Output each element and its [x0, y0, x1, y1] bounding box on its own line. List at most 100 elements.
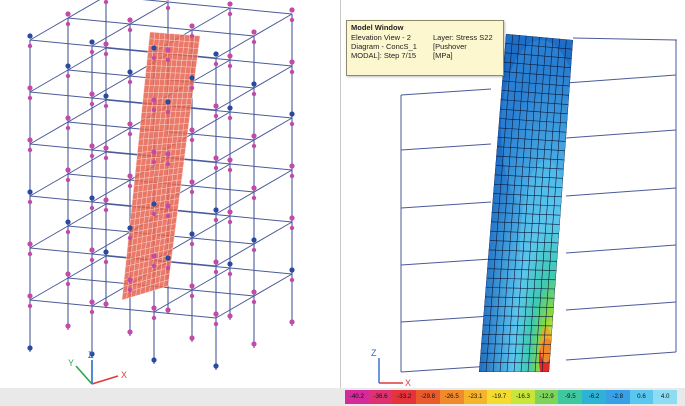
beam-line	[29, 143, 217, 163]
hinge-dot	[289, 163, 295, 169]
hinge-dot	[65, 125, 71, 131]
hinge-dot	[165, 203, 171, 209]
hinge-dot	[65, 281, 71, 287]
hinge-dot	[151, 45, 157, 51]
hinge-dot	[213, 61, 219, 67]
hinge-dot	[103, 249, 109, 255]
hinge-dot	[251, 29, 257, 35]
hinge-dot	[127, 235, 133, 241]
elev-axis-z-label: Z	[371, 348, 377, 358]
hinge-dot	[103, 301, 109, 307]
hinge-dot	[127, 27, 133, 33]
hinge-dot	[227, 63, 233, 69]
hinge-dot	[165, 265, 171, 271]
legend-swatch: -33.2	[392, 390, 417, 404]
hinge-dot	[289, 215, 295, 221]
legend-swatch: -23.1	[463, 390, 488, 404]
hinge-dot	[166, 0, 170, 1]
floor-beam	[400, 88, 492, 96]
elevation-view-2[interactable]: Z X Model Window Elevation View - 2 Layer…	[341, 0, 685, 388]
hinge-dot	[213, 207, 219, 213]
hinge-dot	[103, 41, 109, 47]
hinge-dot	[289, 173, 295, 179]
hinge-dot	[289, 59, 295, 65]
beam-line	[105, 99, 293, 119]
legend-swatch: -26.5	[439, 390, 464, 404]
hinge-dot	[103, 51, 109, 57]
hinge-dot	[189, 127, 195, 133]
hinge-dot	[65, 177, 71, 183]
hinge-dot	[165, 307, 171, 313]
model-window-tooltip: Model Window Elevation View - 2 Layer: St…	[346, 20, 504, 76]
floor-beam	[565, 129, 677, 139]
hinge-dot	[251, 299, 257, 305]
beam-line	[29, 299, 217, 319]
hinge-dot	[165, 47, 171, 53]
hinge-dot	[65, 167, 71, 173]
legend-swatch: -6.2	[582, 390, 606, 404]
hinge-dot	[289, 69, 295, 75]
hinge-dot	[89, 299, 95, 305]
hinge-dot	[227, 261, 233, 267]
hinge-dot	[151, 263, 157, 269]
hinge-dot	[151, 97, 157, 103]
beam-line	[105, 151, 293, 171]
hinge-dot	[251, 133, 257, 139]
hinge-dot	[151, 201, 157, 207]
hinge-dot	[189, 33, 195, 39]
legend-swatch: -12.9	[534, 390, 559, 404]
hinge-dot	[289, 225, 295, 231]
legend-swatch: -9.5	[558, 390, 583, 404]
floor-beam	[565, 244, 677, 254]
hinge-dot	[251, 91, 257, 97]
beam-line	[29, 247, 217, 267]
hinge-dot	[213, 113, 219, 119]
hinge-dot	[227, 105, 233, 111]
tooltip-row: Elevation View - 2 Layer: Stress S22	[351, 33, 493, 42]
axis-z-label: Z	[88, 350, 94, 360]
tooltip-row: MODAL]: Step 7/15 [MPa]	[351, 51, 453, 60]
hinge-dot	[103, 155, 109, 161]
hinge-dot	[227, 209, 233, 215]
legend-swatch: 0.6	[629, 390, 654, 404]
hinge-dot	[65, 11, 71, 17]
elev-axis-x-label: X	[405, 378, 411, 388]
hinge-dot	[189, 23, 195, 29]
hinge-dot	[103, 145, 109, 151]
hinge-dot	[189, 241, 195, 247]
hinge-dot	[65, 115, 71, 121]
hinge-dot	[227, 53, 233, 59]
hinge-dot	[127, 131, 133, 137]
hinge-dot	[251, 195, 257, 201]
hinge-dot	[89, 205, 95, 211]
hinge-dot	[213, 259, 219, 265]
legend-swatch: -29.8	[416, 390, 440, 404]
hinge-dot	[227, 11, 233, 17]
hinge-dot	[213, 165, 219, 171]
shear-wall-mesh	[121, 31, 201, 301]
hinge-dot	[151, 253, 157, 259]
hinge-dot	[89, 153, 95, 159]
model-view-3d[interactable]: X Y Z	[0, 0, 341, 388]
hinge-dot	[213, 155, 219, 161]
hinge-dot	[213, 269, 219, 275]
hinge-dot	[165, 151, 171, 157]
hinge-dot	[27, 85, 33, 91]
hinge-dot	[189, 137, 195, 143]
hinge-dot	[89, 101, 95, 107]
hinge-dot	[27, 199, 33, 205]
hinge-dot	[289, 111, 295, 117]
hinge-dot	[251, 247, 257, 253]
beam-line	[105, 47, 293, 67]
hinge-dot	[289, 121, 295, 127]
tooltip-title: Model Window	[351, 23, 404, 32]
tooltip-row: Diagram - ConcS_1 [Pushover	[351, 42, 467, 51]
hinge-dot	[65, 73, 71, 79]
floor-beam	[400, 201, 492, 209]
stress-contour-wall	[479, 34, 573, 372]
hinge-dot	[189, 283, 195, 289]
hinge-dot	[151, 55, 157, 61]
hinge-dot	[251, 185, 257, 191]
floor-beam	[400, 258, 492, 266]
hinge-dot	[27, 137, 33, 143]
